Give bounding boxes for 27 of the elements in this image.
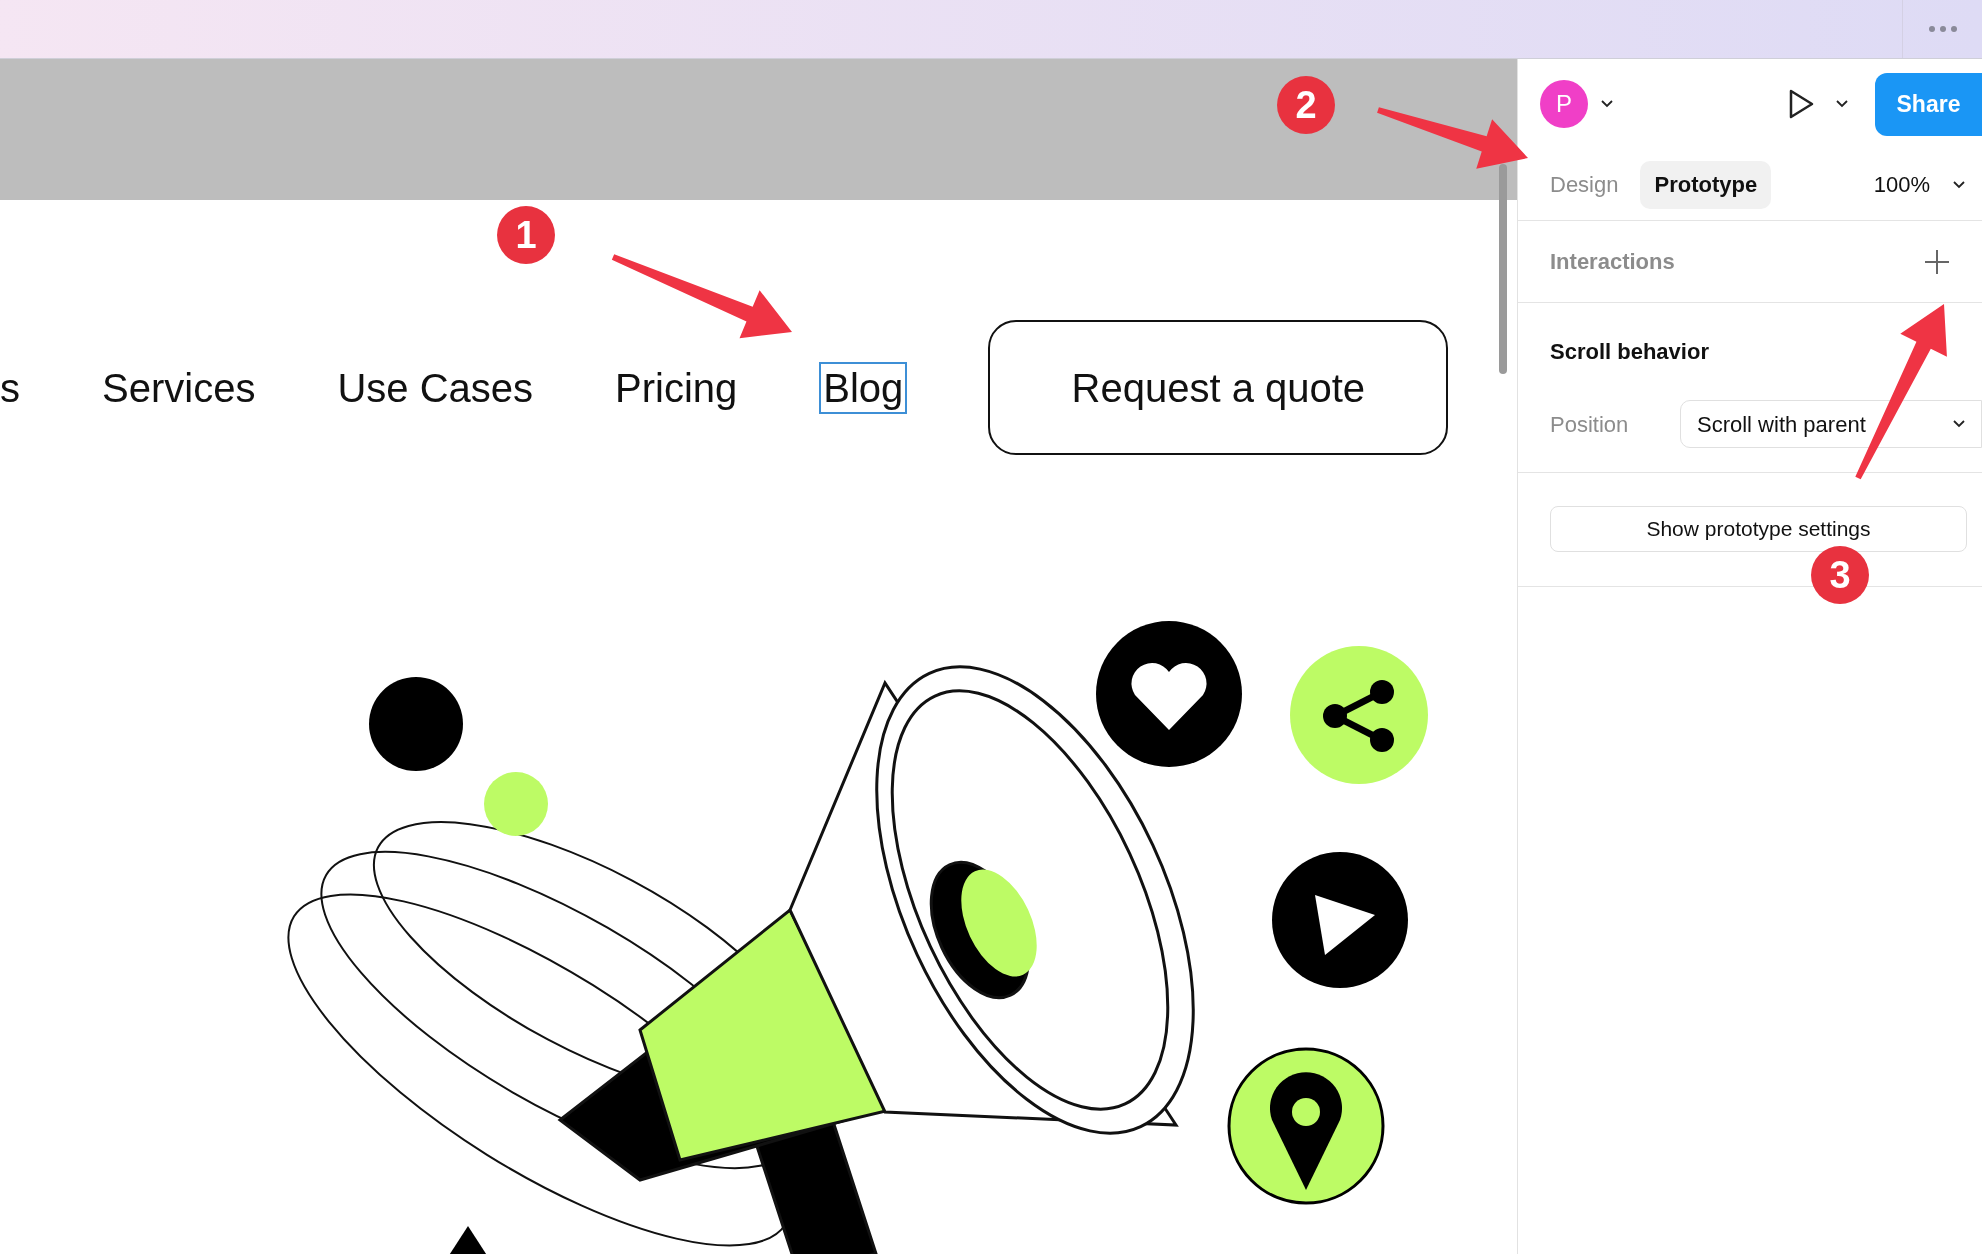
play-circle-icon <box>1272 852 1408 988</box>
zoom-level[interactable]: 100% <box>1873 168 1930 201</box>
position-dropdown[interactable]: Scroll with parent <box>1680 400 1982 448</box>
plus-icon[interactable] <box>1924 248 1950 275</box>
nav-link[interactable]: Blog <box>819 361 908 414</box>
chevron-down-icon[interactable] <box>1952 179 1966 190</box>
dot-shape <box>484 772 548 836</box>
nav-link[interactable]: Pricing <box>615 367 738 408</box>
play-icon[interactable] <box>1787 88 1815 120</box>
chevron-down-icon[interactable] <box>1600 99 1614 109</box>
request-quote-button[interactable]: Request a quote <box>988 320 1449 455</box>
field-label: Position <box>1550 410 1630 439</box>
nav-link[interactable]: Use Cases <box>337 367 533 408</box>
scrollbar-thumb[interactable] <box>1499 164 1507 374</box>
nav-link[interactable]: s <box>0 367 20 408</box>
step-number-badge: 1 <box>497 206 555 264</box>
more-icon[interactable] <box>1927 25 1958 33</box>
share-circle-icon <box>1290 646 1428 784</box>
section-title: Scroll behavior <box>1550 338 1710 366</box>
nav-link[interactable]: Services <box>102 367 256 408</box>
location-pin-circle-icon <box>1227 1047 1385 1205</box>
panel-tab[interactable]: Prototype <box>1640 160 1772 209</box>
heart-circle-icon <box>1096 621 1242 767</box>
chevron-down-icon[interactable] <box>1835 99 1849 109</box>
section-title: Interactions <box>1550 248 1675 276</box>
chevron-down-icon <box>1953 420 1965 428</box>
step-number-badge: 3 <box>1811 546 1869 604</box>
